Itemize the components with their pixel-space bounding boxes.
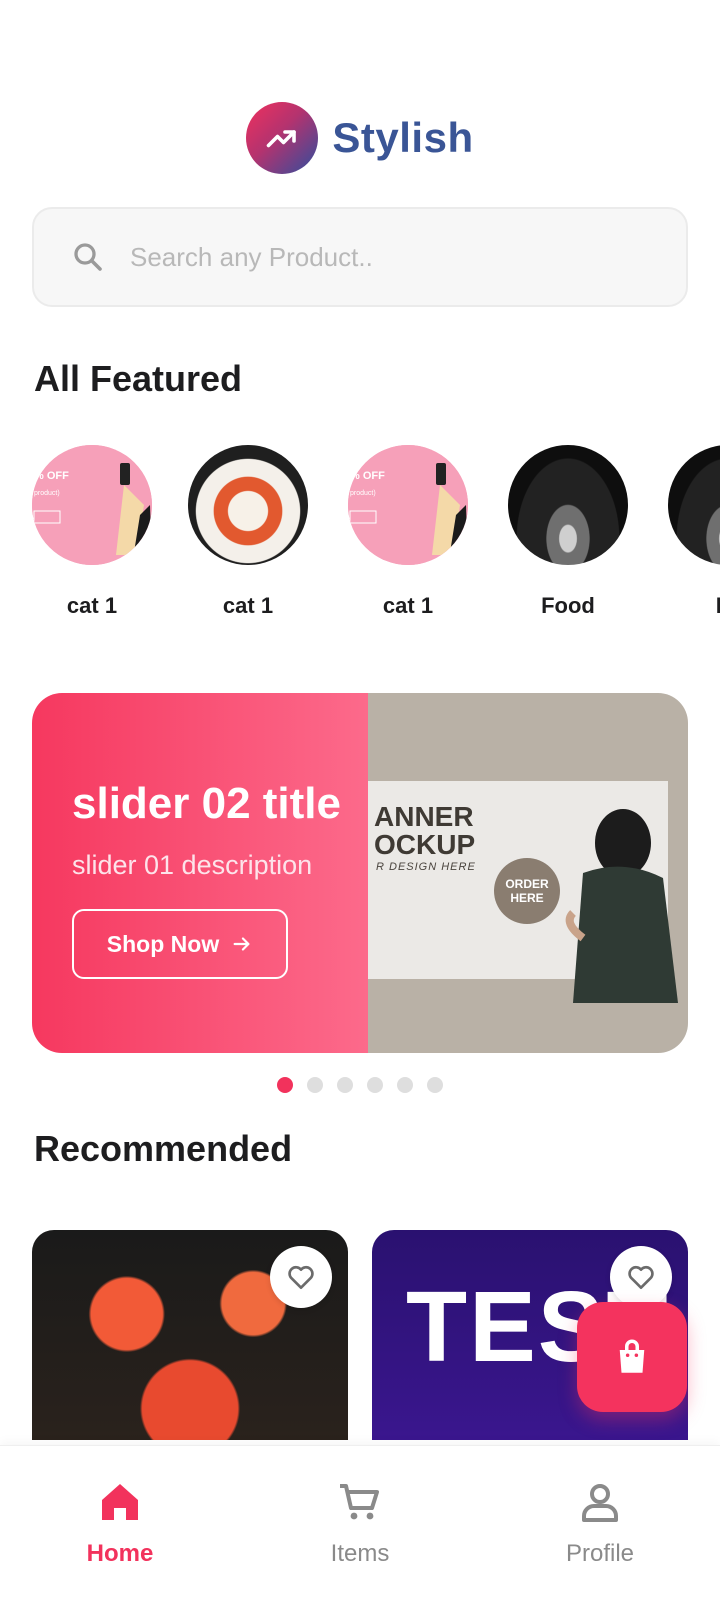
person-image bbox=[565, 809, 678, 1003]
svg-text:% OFF: % OFF bbox=[34, 470, 69, 482]
category-item[interactable]: cat 1 bbox=[188, 445, 308, 619]
svg-text:product): product) bbox=[350, 490, 376, 497]
shop-now-button[interactable]: Shop Now bbox=[72, 909, 288, 979]
promo-sale-image: % OFF product) bbox=[32, 445, 152, 565]
slide-text-panel: slider 01 description Shop Now bbox=[32, 693, 368, 1053]
pagination-dot[interactable] bbox=[427, 1077, 443, 1093]
shopping-bag-icon bbox=[619, 1339, 645, 1373]
featured-section-title: All Featured bbox=[34, 358, 243, 399]
category-item[interactable]: Food bbox=[508, 445, 628, 619]
brand-name: Stylish bbox=[332, 114, 474, 161]
pagination-dot[interactable] bbox=[337, 1077, 353, 1093]
search-input[interactable] bbox=[130, 241, 650, 273]
cart-fab-button[interactable] bbox=[577, 1302, 687, 1412]
heart-icon bbox=[288, 1265, 314, 1289]
category-label: cat 1 bbox=[382, 593, 434, 618]
user-icon bbox=[582, 1484, 618, 1522]
banner-heading-line2: OCKUP bbox=[374, 829, 476, 860]
bottom-navigation: Home Items Profile bbox=[0, 1445, 720, 1600]
favorite-button[interactable] bbox=[610, 1246, 672, 1308]
banner-subheading: R DESIGN HERE bbox=[376, 861, 476, 873]
cart-icon bbox=[340, 1484, 379, 1520]
search-icon bbox=[74, 243, 102, 271]
nav-item-items[interactable]: Items bbox=[240, 1446, 480, 1600]
category-label: cat 1 bbox=[66, 593, 118, 618]
slider-pagination bbox=[0, 1077, 720, 1093]
svg-text:product): product) bbox=[34, 490, 60, 497]
nav-label-profile: Profile bbox=[565, 1540, 635, 1567]
category-item[interactable]: % OFF product) cat 1 bbox=[348, 445, 468, 619]
sushi-image bbox=[188, 445, 308, 565]
nav-label-items: Items bbox=[330, 1540, 390, 1567]
featured-categories: % OFF product) cat 1 cat 1 % OFF product… bbox=[32, 445, 720, 625]
banner-heading-line1: ANNER bbox=[374, 801, 474, 832]
slide-description: slider 01 description bbox=[72, 850, 313, 880]
pagination-dot[interactable] bbox=[307, 1077, 323, 1093]
search-bar[interactable] bbox=[32, 207, 688, 307]
category-item[interactable]: Dr bbox=[668, 445, 720, 619]
category-label: Dr bbox=[716, 593, 720, 619]
category-item[interactable]: % OFF product) cat 1 bbox=[32, 445, 152, 619]
forest-path-image bbox=[668, 445, 720, 565]
trending-up-icon bbox=[246, 102, 319, 174]
pagination-dot[interactable] bbox=[367, 1077, 383, 1093]
svg-text:% OFF: % OFF bbox=[350, 470, 385, 482]
forest-path-image bbox=[508, 445, 628, 565]
favorite-button[interactable] bbox=[270, 1246, 332, 1308]
product-card[interactable] bbox=[32, 1230, 348, 1440]
promo-slider[interactable]: slider 01 description Shop Now ANNER OCKU… bbox=[32, 693, 688, 1053]
category-label: Food bbox=[541, 593, 595, 618]
slide-title: slider 02 title bbox=[72, 779, 342, 828]
heart-icon bbox=[628, 1265, 654, 1289]
home-icon bbox=[102, 1484, 138, 1520]
slide-image: ANNER OCKUP R DESIGN HERE ORDER HERE bbox=[368, 693, 688, 1053]
arrow-right-icon bbox=[233, 937, 250, 951]
promo-sale-image: % OFF product) bbox=[348, 445, 468, 565]
shop-now-label: Shop Now bbox=[106, 930, 220, 957]
pagination-dot[interactable] bbox=[397, 1077, 413, 1093]
category-label: cat 1 bbox=[222, 593, 274, 618]
nav-item-profile[interactable]: Profile bbox=[480, 1446, 720, 1600]
pagination-dot[interactable] bbox=[277, 1077, 293, 1093]
nav-label-home: Home bbox=[86, 1540, 154, 1567]
recommended-section-title: Recommended bbox=[34, 1128, 293, 1169]
app-logo: Stylish bbox=[0, 102, 720, 174]
nav-item-home[interactable]: Home bbox=[0, 1446, 240, 1600]
